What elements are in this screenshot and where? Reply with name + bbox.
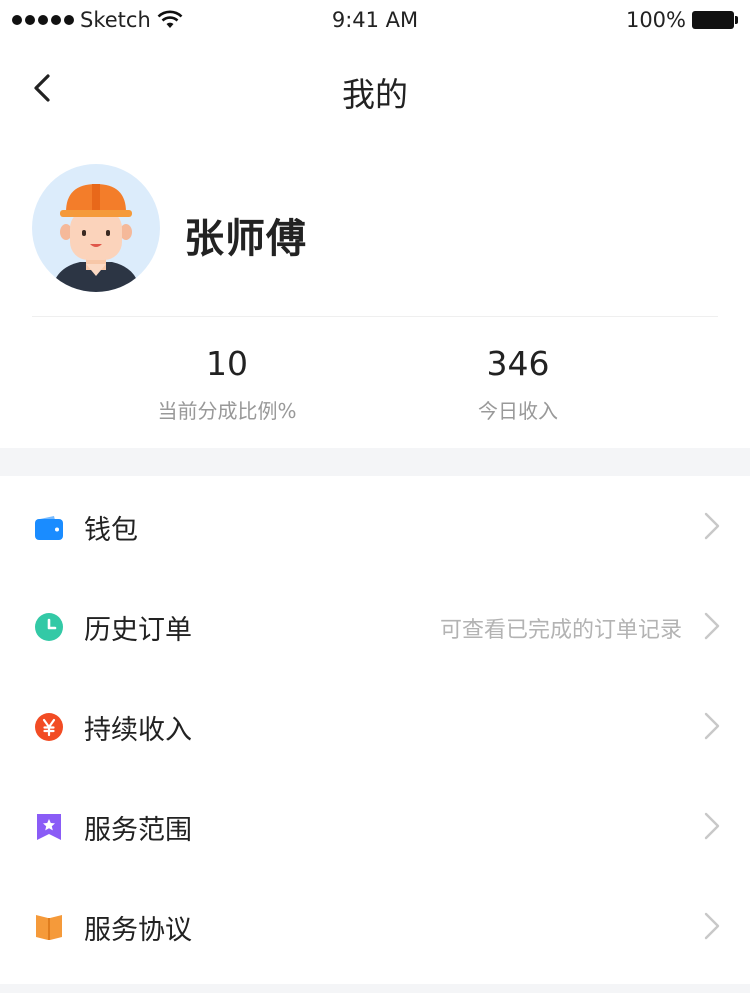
menu-label: 历史订单 bbox=[84, 615, 192, 646]
clock-icon bbox=[35, 613, 63, 641]
menu-list: 钱包 历史订单 可查看已完成的订单记录 持续收入 服务范围 服务协议 bbox=[0, 476, 750, 984]
stat-label: 当前分成比例% bbox=[157, 399, 297, 423]
menu-label: 钱包 bbox=[84, 515, 138, 546]
avatar[interactable] bbox=[32, 164, 160, 292]
chevron-right-icon bbox=[704, 812, 720, 840]
stat-label: 今日收入 bbox=[478, 399, 558, 423]
chevron-right-icon bbox=[704, 612, 720, 640]
battery-icon bbox=[692, 11, 738, 29]
divider bbox=[32, 316, 718, 317]
menu-label: 服务协议 bbox=[84, 915, 192, 946]
page-title: 我的 bbox=[342, 75, 408, 114]
menu-item-service-agreement[interactable]: 服务协议 bbox=[0, 876, 750, 976]
yen-icon bbox=[35, 713, 63, 741]
badge-star-icon bbox=[37, 814, 61, 840]
chevron-right-icon bbox=[704, 912, 720, 940]
book-icon bbox=[36, 915, 62, 940]
menu-item-wallet[interactable]: 钱包 bbox=[0, 476, 750, 576]
menu-item-order-history[interactable]: 历史订单 可查看已完成的订单记录 bbox=[0, 576, 750, 676]
stat-value: 10 bbox=[206, 344, 248, 383]
worker-avatar-icon bbox=[52, 184, 140, 292]
menu-label: 持续收入 bbox=[84, 715, 192, 746]
stat-commission: 10 当前分成比例% bbox=[107, 344, 347, 424]
chevron-right-icon bbox=[704, 512, 720, 540]
profile-card: 张师傅 10 当前分成比例% 346 今日收入 bbox=[0, 136, 750, 448]
stat-today-income: 346 今日收入 bbox=[398, 344, 638, 424]
wallet-icon bbox=[35, 516, 63, 540]
nav-bar: 我的 bbox=[0, 40, 750, 136]
menu-label: 服务范围 bbox=[84, 815, 192, 846]
chevron-right-icon bbox=[704, 712, 720, 740]
menu-item-continuous-income[interactable]: 持续收入 bbox=[0, 676, 750, 776]
battery-percent: 100% bbox=[625, 8, 686, 32]
stat-value: 346 bbox=[486, 344, 550, 383]
user-name: 张师傅 bbox=[184, 216, 307, 262]
menu-item-service-area[interactable]: 服务范围 bbox=[0, 776, 750, 876]
menu-hint: 可查看已完成的订单记录 bbox=[439, 618, 682, 643]
status-bar: Sketch 9:41 AM 100% bbox=[0, 0, 750, 40]
status-right: 100% bbox=[626, 8, 738, 32]
